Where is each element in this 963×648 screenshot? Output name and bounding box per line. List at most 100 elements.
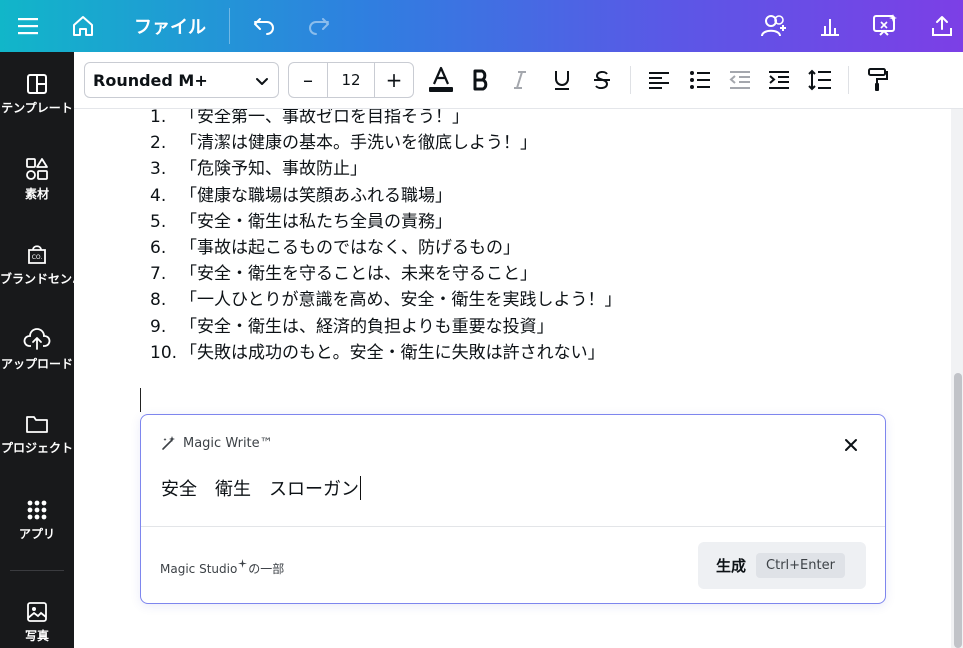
generate-button[interactable]: 生成 Ctrl+Enter — [698, 542, 866, 589]
list-number: 9. — [150, 316, 167, 337]
topbar-divider — [229, 8, 230, 44]
elements-icon — [26, 158, 48, 180]
list-text: 「健康な職場は笑顔あふれる職場」 — [180, 185, 452, 206]
text-color-icon[interactable] — [423, 62, 459, 98]
indent-icon[interactable] — [761, 62, 797, 98]
panel-divider — [141, 526, 885, 527]
sidebar-item-label: プロジェクト — [0, 441, 73, 455]
brand-icon: CO. — [28, 245, 46, 264]
left-sidebar: テンプレート 素材 CO. ブランドセン... アップロード プロジェクト アプ… — [0, 52, 74, 648]
underline-icon[interactable] — [544, 62, 580, 98]
font-family-select[interactable]: Rounded M+ — [84, 62, 279, 98]
magic-write-panel: Magic Write™ 安全 衛生 スローガン Magic Studio の一… — [140, 414, 886, 604]
share-people-icon[interactable] — [754, 0, 794, 52]
sidebar-item-label: アップロード — [0, 357, 73, 371]
list-item: 5. 「安全・衛生は私たち全員の責務」 — [150, 209, 622, 235]
list-number: 2. — [150, 133, 167, 154]
sidebar-item-apps[interactable]: アプリ — [0, 498, 74, 542]
sidebar-item-templates[interactable]: テンプレート — [0, 72, 74, 116]
list-item: 2. 「清潔は健康の基本。手洗いを徹底しよう！」 — [150, 130, 622, 156]
line-spacing-icon[interactable] — [802, 62, 838, 98]
sidebar-item-label: 写真 — [24, 629, 49, 643]
magic-studio-brand: Magic Studio — [160, 561, 238, 576]
magic-write-prompt-input[interactable]: 安全 衛生 スローガン — [161, 475, 361, 501]
sparkle-icon — [238, 559, 248, 568]
list-number: 6. — [150, 237, 167, 258]
sidebar-item-projects[interactable]: プロジェクト — [0, 412, 74, 456]
magic-write-header: Magic Write™ — [161, 435, 273, 451]
italic-icon[interactable] — [502, 62, 538, 98]
magic-studio-suffix: の一部 — [248, 562, 285, 576]
scrollbar-thumb[interactable] — [954, 373, 962, 648]
list-text: 「一人ひとりが意識を高め、安全・衛生を実践しよう！」 — [180, 290, 622, 311]
increase-font-size-button[interactable]: + — [375, 63, 413, 97]
bold-icon[interactable] — [463, 62, 499, 98]
list-text: 「清潔は健康の基本。手洗いを徹底しよう！」 — [180, 133, 537, 154]
templates-icon — [27, 74, 47, 94]
close-icon[interactable] — [841, 435, 861, 455]
list-text: 「安全・衛生を守ることは、未来を守ること」 — [180, 264, 537, 285]
list-item: 7. 「安全・衛生を守ることは、未来を守ること」 — [150, 261, 622, 287]
sidebar-divider — [10, 570, 64, 571]
paint-roller-icon[interactable] — [860, 62, 896, 98]
sidebar-item-elements[interactable]: 素材 — [0, 156, 74, 202]
prompt-text: 安全 衛生 スローガン — [161, 479, 359, 500]
font-size-input[interactable]: 12 — [327, 63, 375, 97]
file-menu-button[interactable]: ファイル — [125, 0, 215, 52]
list-item: 3. 「危険予知、事故防止」 — [150, 156, 622, 182]
list-number: 5. — [150, 211, 167, 232]
list-number: 3. — [150, 159, 167, 180]
list-text: 「安全・衛生は、経済的負担よりも重要な投資」 — [180, 316, 554, 337]
list-item: 9. 「安全・衛生は、経済的負担よりも重要な投資」 — [150, 314, 622, 340]
apps-icon — [27, 500, 47, 520]
sidebar-item-label: ブランドセン... — [0, 272, 74, 286]
redo-icon[interactable] — [299, 0, 339, 52]
magic-write-title: Magic Write™ — [183, 435, 273, 451]
align-left-icon[interactable] — [641, 62, 677, 98]
strikethrough-icon[interactable] — [584, 62, 620, 98]
folder-icon — [26, 416, 48, 433]
list-text: 「危険予知、事故防止」 — [180, 159, 367, 180]
text-format-toolbar: Rounded M+ – 12 + — [74, 52, 963, 109]
chevron-down-icon — [256, 78, 268, 85]
sidebar-item-label: テンプレート — [1, 101, 73, 115]
list-text: 「安全・衛生は私たち全員の責務」 — [180, 211, 452, 232]
list-text: 「事故は起こるものではなく、防げるもの」 — [180, 237, 520, 258]
list-text: 「失敗は成功のもと。安全・衛生に失敗は許されない」 — [180, 342, 605, 363]
list-item: 8. 「一人ひとりが意識を高め、安全・衛生を実践しよう！」 — [150, 287, 622, 313]
list-number: 10. — [150, 342, 178, 363]
list-item: 6. 「事故は起こるものではなく、防げるもの」 — [150, 235, 622, 261]
slogan-list: 1. 「安全第一、事故ゼロを目指そう！」 2. 「清潔は健康の基本。手洗いを徹底しよ… — [150, 109, 622, 366]
list-text: 「安全第一、事故ゼロを目指そう！」 — [180, 109, 469, 127]
svg-text:CO.: CO. — [32, 254, 43, 261]
list-item: 10. 「失敗は成功のもと。安全・衛生に失敗は許されない」 — [150, 340, 622, 366]
list-item: 4. 「健康な職場は笑顔あふれる職場」 — [150, 183, 622, 209]
list-number: 8. — [150, 290, 167, 311]
text-cursor — [140, 388, 141, 412]
sidebar-item-brand[interactable]: CO. ブランドセン... — [0, 241, 74, 287]
decrease-font-size-button[interactable]: – — [289, 63, 327, 97]
undo-icon[interactable] — [244, 0, 284, 52]
sidebar-item-label: 素材 — [24, 187, 49, 201]
magic-studio-note: Magic Studio の一部 — [160, 559, 285, 577]
present-icon[interactable] — [864, 0, 906, 52]
sidebar-item-uploads[interactable]: アップロード — [0, 326, 74, 372]
outdent-icon[interactable] — [722, 62, 758, 98]
insights-icon[interactable] — [810, 0, 850, 52]
generate-shortcut: Ctrl+Enter — [756, 553, 845, 578]
font-size-stepper: – 12 + — [288, 62, 414, 98]
file-menu-label: ファイル — [134, 17, 206, 38]
menu-icon[interactable] — [8, 0, 48, 52]
prompt-cursor — [360, 476, 361, 500]
generate-label: 生成 — [716, 557, 747, 575]
font-family-value: Rounded M+ — [93, 70, 208, 90]
home-icon[interactable] — [62, 0, 104, 52]
bullet-list-icon[interactable] — [682, 62, 718, 98]
list-item: 1. 「安全第一、事故ゼロを目指そう！」 — [150, 109, 622, 130]
list-number: 1. — [150, 109, 167, 127]
sidebar-item-photos[interactable]: 写真 — [0, 600, 74, 644]
magic-wand-icon — [162, 436, 175, 450]
list-number: 7. — [150, 264, 167, 285]
sidebar-item-label: アプリ — [18, 527, 55, 541]
upload-share-icon[interactable] — [922, 0, 962, 52]
